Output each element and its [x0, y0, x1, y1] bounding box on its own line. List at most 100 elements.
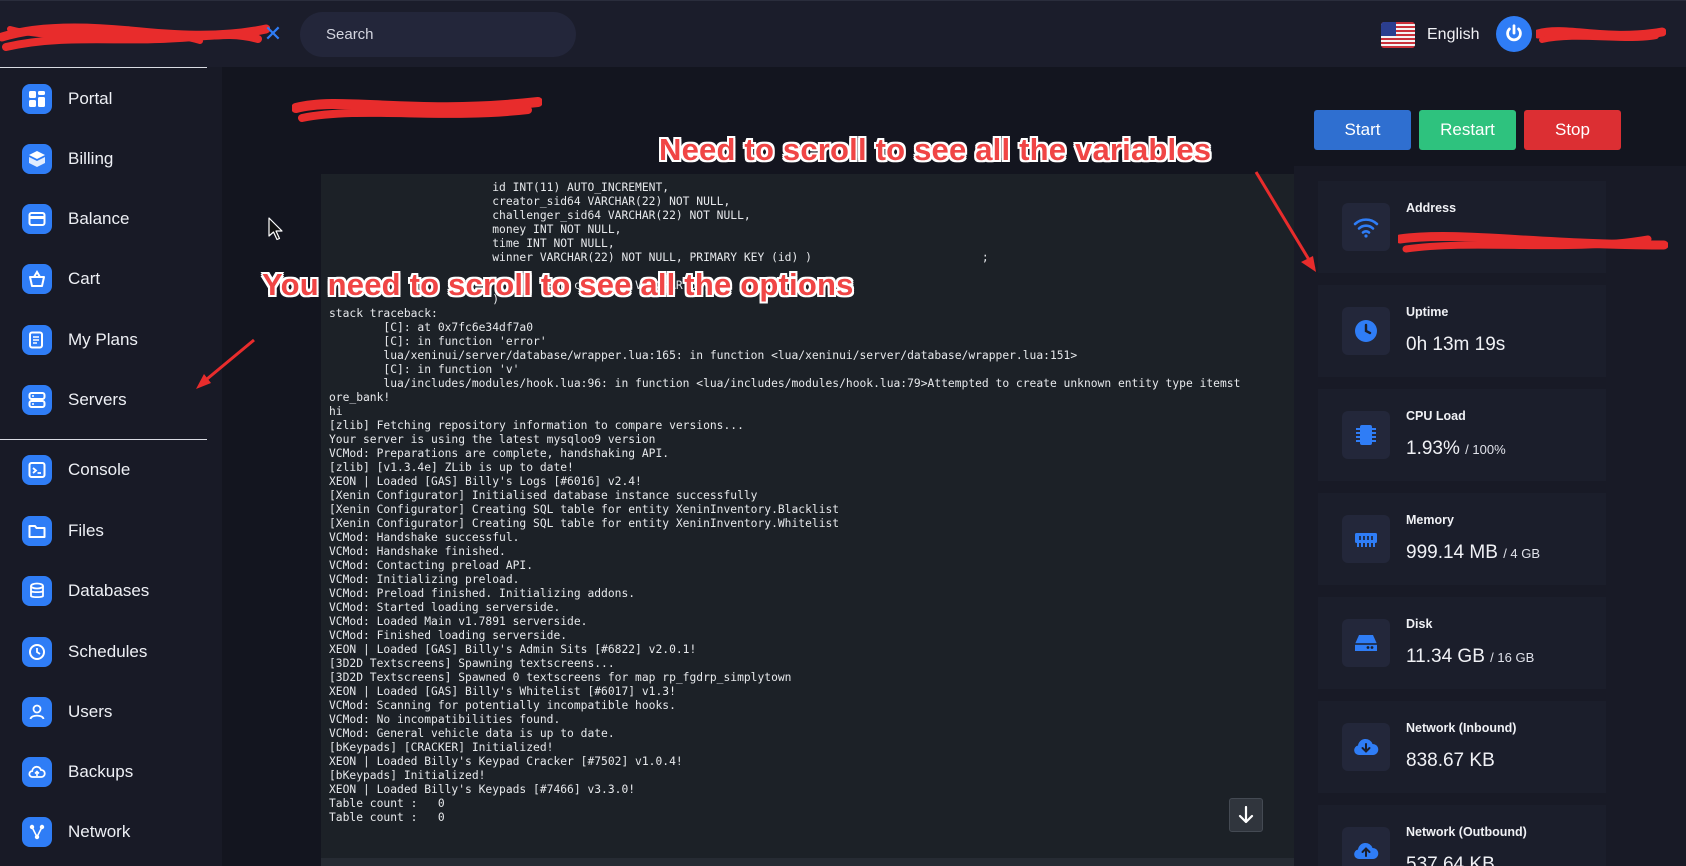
network-icon — [22, 817, 52, 847]
redacted-brand-scribble — [0, 23, 270, 51]
stat-disk: Disk 11.34 GB / 16 GB — [1318, 597, 1606, 689]
sidebar: Portal Billing Balance Cart My Plans Ser… — [0, 67, 222, 866]
sidebar-item-label: Billing — [68, 149, 114, 168]
console-line: [zlib] Fetching repository information t… — [329, 419, 744, 432]
sidebar-item-schedules[interactable]: Schedules — [22, 634, 147, 670]
console-line: time INT NOT NULL, — [329, 237, 615, 250]
sidebar-divider — [0, 439, 207, 440]
console-line: [zlib] [v1.3.4e] ZLib is up to date! — [329, 461, 574, 474]
redacted-username-scribble — [1536, 27, 1666, 43]
console-line: winner VARCHAR(22) NOT NULL, PRIMARY KEY… — [329, 251, 989, 264]
restart-button[interactable]: Restart — [1419, 110, 1516, 150]
sidebar-item-users[interactable]: Users — [22, 694, 112, 730]
console-line: Table count : 0 — [329, 811, 445, 824]
stop-button[interactable]: Stop — [1524, 110, 1621, 150]
console-line: XEON | Loaded Billy's Keypads [#7466] v3… — [329, 783, 636, 796]
sidebar-item-servers[interactable]: Servers — [22, 382, 127, 418]
sidebar-item-label: Users — [68, 702, 113, 721]
sidebar-item-label: Backups — [68, 762, 134, 781]
console-line: VCMod: Preparations are complete, handsh… — [329, 447, 670, 460]
console-line: ore_bank! — [329, 391, 391, 404]
console-line: VCMod: Started loading serverside. — [329, 601, 561, 614]
sidebar-item-label: Schedules — [68, 642, 148, 661]
console-line: [C]: at 0x7fc6e34df7a0 — [329, 321, 534, 334]
stat-uptime: Uptime 0h 13m 19s — [1318, 285, 1606, 377]
stats-panel: Address Uptime 0h 13m 19s CPU Load 1.93%… — [1294, 166, 1686, 866]
stat-value: 11.34 GB / 16 GB — [1406, 646, 1535, 667]
console-line: XEON | Loaded [GAS] Billy's Whitelist [#… — [329, 685, 676, 698]
console-line: [3D2D Textscreens] Spawned 0 textscreens… — [329, 671, 792, 684]
console-line: XEON | Loaded [GAS] Billy's Admin Sits [… — [329, 643, 697, 656]
sidebar-item-label: Balance — [68, 209, 130, 228]
sidebar-item-label: Servers — [68, 390, 127, 409]
stat-value: 0h 13m 19s — [1406, 334, 1506, 355]
sidebar-item-cart[interactable]: Cart — [22, 261, 100, 297]
portal-icon — [22, 84, 52, 114]
console-line: VCMod: Finished loading serverside. — [329, 629, 568, 642]
sidebar-item-my-plans[interactable]: My Plans — [22, 322, 138, 358]
sidebar-item-console[interactable]: Console — [22, 452, 130, 488]
sidebar-divider — [0, 67, 207, 68]
console-line: VCMod: Loaded Main v1.7891 serverside. — [329, 615, 588, 628]
stat-label: Disk — [1406, 617, 1433, 631]
user-menu[interactable] — [1496, 16, 1666, 52]
console-line: Your server is using the latest mysqloo9… — [329, 433, 656, 446]
console-line: [Xenin Configurator] Creating SQL table … — [329, 517, 840, 530]
console-line: [bKeypads] Initialized! — [329, 769, 486, 782]
sidebar-item-label: Network — [68, 822, 131, 841]
sidebar-item-network[interactable]: Network — [22, 814, 130, 850]
mouse-cursor-icon — [268, 217, 283, 241]
stat-network-inbound: Network (Inbound) 838.67 KB — [1318, 701, 1606, 793]
scroll-to-bottom-button[interactable] — [1229, 798, 1263, 832]
stat-label: Address — [1406, 201, 1457, 215]
console-line: XEON | Loaded Billy's Keypad Cracker [#7… — [329, 755, 683, 768]
balance-icon — [22, 204, 52, 234]
cloud-upload-icon — [1342, 827, 1390, 866]
console-line: [Xenin Configurator] Creating SQL table … — [329, 503, 840, 516]
console-line: VCMod: Contacting preload API. — [329, 559, 534, 572]
console-line: VCMod: Preload finished. Initializing ad… — [329, 587, 636, 600]
console-input-bar[interactable] — [321, 858, 1294, 866]
plans-icon — [22, 325, 52, 355]
sidebar-item-databases[interactable]: Databases — [22, 573, 149, 609]
arrow-down-icon — [1238, 806, 1254, 824]
stat-value: 999.14 MB / 4 GB — [1406, 542, 1541, 563]
console-line: [bKeypads] [CRACKER] Initialized! — [329, 741, 554, 754]
console-line: [C]: in function 'v' — [329, 363, 520, 376]
stat-label: CPU Load — [1406, 409, 1466, 423]
servers-icon — [22, 385, 52, 415]
backups-icon — [22, 757, 52, 787]
language-label: English — [1427, 26, 1480, 43]
console-line: VCMod: No incompatibilities found. — [329, 713, 561, 726]
console-line: [3D2D Textscreens] Spawning textscreens.… — [329, 657, 615, 670]
disk-icon — [1342, 619, 1390, 667]
search-input[interactable] — [300, 12, 576, 57]
cpu-icon — [1342, 411, 1390, 459]
sidebar-item-label: My Plans — [68, 330, 138, 349]
language-selector[interactable]: English — [1381, 20, 1479, 50]
stat-value: 537.64 KB — [1406, 854, 1495, 866]
sidebar-item-balance[interactable]: Balance — [22, 201, 129, 237]
console-line: lua/xeninui/server/database/wrapper.lua:… — [329, 349, 1078, 362]
stat-label: Network (Outbound) — [1406, 825, 1527, 839]
power-icon — [1496, 16, 1532, 52]
annotation-scroll-variables: Need to scroll to see all the variables — [659, 132, 1212, 167]
console-line: [C]: in function 'error' — [329, 335, 547, 348]
console-line: stack traceback: — [329, 307, 438, 320]
console-line: creator_sid64 VARCHAR(22) NOT NULL, — [329, 195, 731, 208]
redacted-server-title-scribble — [292, 97, 542, 122]
redacted-address-scribble — [1398, 232, 1668, 253]
console-line: challenger_sid64 VARCHAR(22) NOT NULL, — [329, 209, 751, 222]
sidebar-item-portal[interactable]: Portal — [22, 81, 112, 117]
sidebar-item-billing[interactable]: Billing — [22, 141, 113, 177]
sidebar-item-files[interactable]: Files — [22, 513, 104, 549]
console-line: VCMod: Scanning for potentially incompat… — [329, 699, 676, 712]
console-line: Table count : 0 — [329, 797, 445, 810]
console-line: money INT NOT NULL, — [329, 223, 622, 236]
stat-label: Uptime — [1406, 305, 1449, 319]
stat-label: Memory — [1406, 513, 1454, 527]
close-icon[interactable]: ✕ — [262, 23, 284, 45]
console-line: VCMod: Handshake successful. — [329, 531, 520, 544]
start-button[interactable]: Start — [1314, 110, 1411, 150]
sidebar-item-backups[interactable]: Backups — [22, 754, 133, 790]
